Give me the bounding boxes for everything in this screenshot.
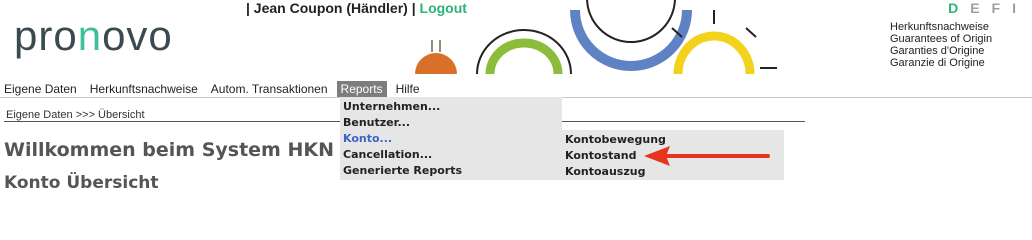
arc-green-icon: [476, 29, 572, 75]
menu-item-benutzer[interactable]: Benutzer...: [340, 115, 562, 131]
nav-hilfe[interactable]: Hilfe: [392, 81, 424, 97]
lang-i[interactable]: I: [1012, 0, 1018, 16]
pronovo-logo[interactable]: pronovo: [14, 12, 173, 60]
nav-herkunftsnachweise[interactable]: Herkunftsnachweise: [86, 81, 202, 97]
page-title: Willkommen beim System HKN Ch: [4, 139, 369, 161]
logo-accent: n: [77, 12, 103, 59]
language-switcher: DEFI: [938, 0, 1018, 16]
breadcrumb: Eigene Daten >>> Übersicht: [6, 109, 145, 121]
reports-dropdown: Unternehmen... Benutzer... Konto... Canc…: [340, 97, 562, 180]
tagline-fr: Garanties d'Origine: [890, 45, 985, 57]
menu-item-konto[interactable]: Konto...: [340, 131, 562, 147]
sun-rise-icon: [415, 40, 457, 74]
section-title: Konto Übersicht: [4, 173, 159, 193]
logo-suffix: ovo: [102, 12, 173, 59]
header-decoration: [415, 0, 777, 75]
menu-item-generierte-reports[interactable]: Generierte Reports: [340, 163, 562, 179]
lang-f[interactable]: F: [992, 0, 1003, 16]
nav-reports[interactable]: Reports: [336, 81, 387, 97]
main-nav: Eigene Daten Herkunftsnachweise Autom. Tra…: [0, 81, 429, 97]
user-name: | Jean Coupon (Händler) |: [246, 0, 416, 16]
menu-item-cancellation[interactable]: Cancellation...: [340, 147, 562, 163]
nav-autom-transaktionen[interactable]: Autom. Transaktionen: [207, 81, 332, 97]
arrow-annotation-icon: [644, 146, 770, 166]
arc-blue-icon: [570, 0, 692, 71]
tagline-it: Garanzie di Origine: [890, 57, 985, 69]
tagline-de: Herkunftsnachweise: [890, 21, 990, 33]
lang-d[interactable]: D: [948, 0, 960, 16]
nav-eigene-daten[interactable]: Eigene Daten: [0, 81, 81, 97]
tagline: Herkunftsnachweise Guarantees of Origin …: [890, 21, 992, 69]
lang-e[interactable]: E: [970, 0, 981, 16]
tagline-en: Guarantees of Origin: [890, 33, 993, 45]
menu-item-unternehmen[interactable]: Unternehmen...: [340, 99, 562, 115]
logo-prefix: pro: [14, 12, 78, 59]
